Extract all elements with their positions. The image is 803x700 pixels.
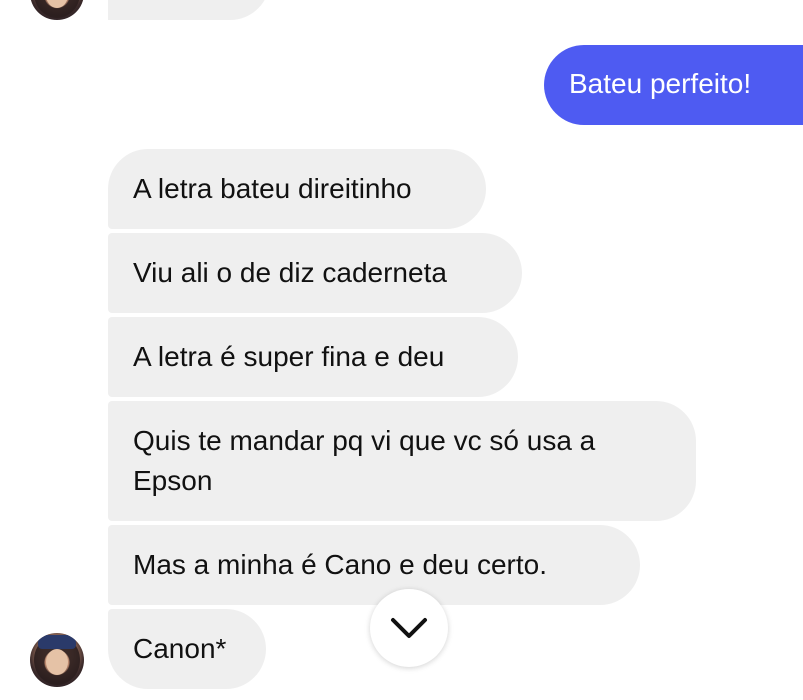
scroll-to-bottom-button[interactable] (370, 589, 448, 667)
message-text: Viu ali o de diz caderneta (133, 257, 447, 288)
contact-avatar[interactable] (30, 0, 84, 20)
message-bubble-incoming[interactable]: Viu ali o de diz caderneta (108, 233, 522, 313)
message-text: Bateu perfeito! (569, 68, 752, 99)
message-text: Mas a minha é Cano e deu certo. (133, 549, 548, 580)
avatar-face (46, 649, 68, 675)
message-text-line: Quis te mandar pq vi que vc só usa a (133, 425, 596, 456)
message-bubble-outgoing[interactable]: Bateu perfeito! (544, 45, 803, 125)
chat-thread: Bateu perfeito! A letra bateu direitinho… (0, 0, 803, 700)
message-text: Canon* (133, 633, 227, 664)
message-bubble-incoming[interactable]: Mas a minha é Cano e deu certo. (108, 525, 640, 605)
message-text: A letra bateu direitinho (133, 173, 412, 204)
message-bubble-incoming[interactable]: Canon* (108, 609, 266, 689)
message-bubble-incoming[interactable]: A letra é super fina e deu (108, 317, 518, 397)
message-bubble-incoming[interactable]: Quis te mandar pq vi que vc só usa a Eps… (108, 401, 696, 521)
message-bubble-previous[interactable] (108, 0, 270, 20)
message-text-line: Epson (133, 465, 213, 496)
message-text: A letra é super fina e deu (133, 341, 445, 372)
message-bubble-incoming[interactable]: A letra bateu direitinho (108, 149, 486, 229)
avatar-hat (38, 635, 76, 649)
chevron-down-icon (391, 618, 427, 638)
contact-avatar[interactable] (30, 633, 84, 687)
